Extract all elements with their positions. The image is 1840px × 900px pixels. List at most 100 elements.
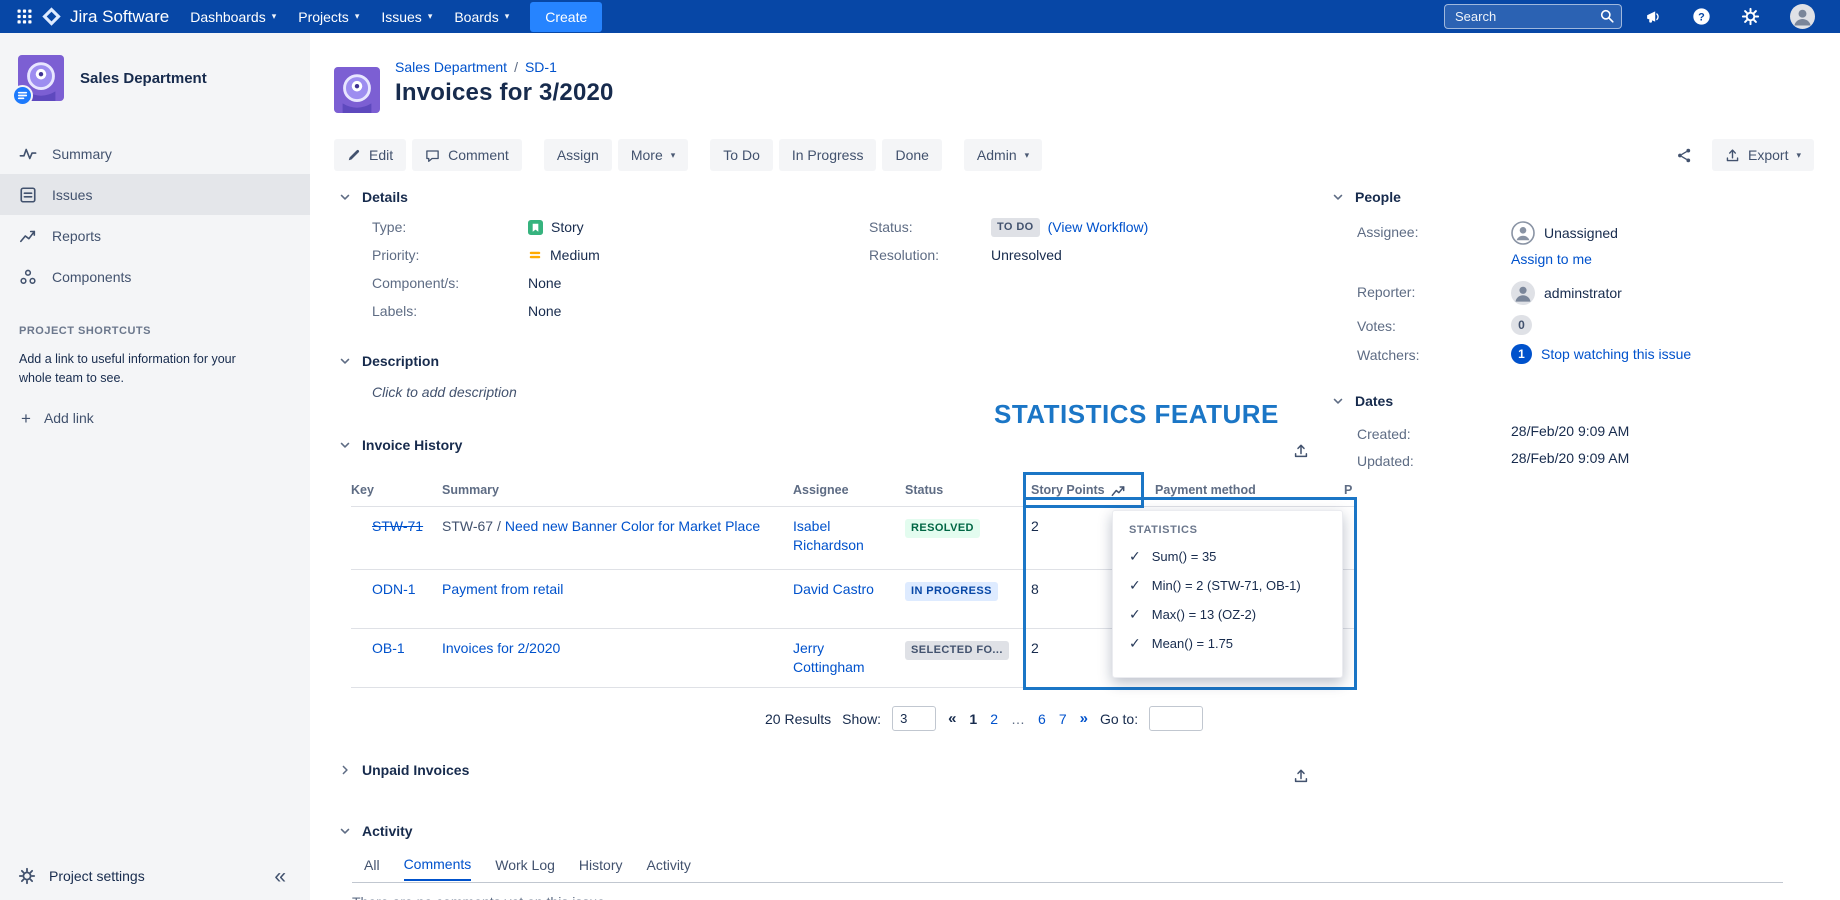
unpaid-invoices-heading: Unpaid Invoices xyxy=(362,762,469,778)
unpaid-invoices-export-button[interactable] xyxy=(1285,760,1317,792)
project-settings-button[interactable]: Project settings xyxy=(18,867,145,885)
nav-issues[interactable]: Issues ▾ xyxy=(370,2,443,32)
issue-summary-link[interactable]: Invoices for 2/2020 xyxy=(442,640,560,656)
avatar xyxy=(1790,4,1815,29)
primary-nav: Dashboards▾ Projects▾ Issues ▾ Boards▾ xyxy=(179,2,520,32)
statistic-max[interactable]: ✓ Max() = 13 (OZ-2) xyxy=(1129,606,1326,623)
transition-todo-button[interactable]: To Do xyxy=(710,139,773,171)
issue-summary-link[interactable]: Need new Banner Color for Market Place xyxy=(505,518,760,534)
watchers-badge[interactable]: 1 xyxy=(1511,344,1532,364)
sidebar-item-components[interactable]: Components xyxy=(0,256,310,297)
collapse-dates-button[interactable] xyxy=(1331,394,1345,408)
project-name: Sales Department xyxy=(80,70,207,87)
edit-button[interactable]: Edit xyxy=(334,139,406,171)
field-priority: Priority: Medium xyxy=(372,245,600,265)
nav-boards[interactable]: Boards▾ xyxy=(443,2,520,32)
page-current[interactable]: 1 xyxy=(969,711,977,727)
statistic-mean[interactable]: ✓ Mean() = 1.75 xyxy=(1129,635,1326,652)
assignee-link[interactable]: Isabel Richardson xyxy=(793,518,864,553)
issue-key-link[interactable]: ODN-1 xyxy=(372,581,416,597)
field-created: Created: 28/Feb/20 9:09 AM xyxy=(1357,423,1629,442)
assignee-link[interactable]: David Castro xyxy=(793,581,874,597)
tab-all[interactable]: All xyxy=(364,856,380,881)
collapse-activity-button[interactable] xyxy=(338,824,352,838)
collapse-people-button[interactable] xyxy=(1331,190,1345,204)
app-switcher-button[interactable] xyxy=(10,4,39,29)
collapse-sidebar-button[interactable]: « xyxy=(268,866,292,887)
nav-issues-label: Issues xyxy=(381,9,421,25)
sidebar-item-summary[interactable]: Summary xyxy=(0,133,310,174)
sidebar-item-reports[interactable]: Reports xyxy=(0,215,310,256)
more-button[interactable]: More ▾ xyxy=(618,139,688,171)
page-size-input[interactable] xyxy=(892,706,936,731)
user-avatar-button[interactable] xyxy=(1783,0,1822,34)
issue-key-link[interactable]: STW-71 xyxy=(372,518,423,534)
column-status[interactable]: Status xyxy=(905,474,1031,506)
statistic-min[interactable]: ✓ Min() = 2 (STW-71, OB-1) xyxy=(1129,577,1326,594)
created-label: Created: xyxy=(1357,423,1511,442)
expand-unpaid-invoices-button[interactable] xyxy=(338,763,352,777)
sidebar-item-label: Components xyxy=(52,269,131,285)
nav-projects[interactable]: Projects▾ xyxy=(287,2,370,32)
goto-page-input[interactable] xyxy=(1149,706,1203,731)
project-settings-label: Project settings xyxy=(49,868,145,884)
column-summary[interactable]: Summary xyxy=(442,474,793,506)
assignee-link[interactable]: Jerry Cottingham xyxy=(793,640,865,675)
collapse-description-button[interactable] xyxy=(338,354,352,368)
nav-dashboards[interactable]: Dashboards▾ xyxy=(179,2,287,32)
nav-dashboards-label: Dashboards xyxy=(190,9,266,25)
page-6-link[interactable]: 6 xyxy=(1038,711,1046,727)
comment-button[interactable]: Comment xyxy=(412,139,522,171)
issue-key-link[interactable]: OB-1 xyxy=(372,640,405,656)
feedback-button[interactable] xyxy=(1638,3,1669,30)
description-placeholder[interactable]: Click to add description xyxy=(372,384,517,400)
column-assignee[interactable]: Assignee xyxy=(793,474,905,506)
transition-done-button[interactable]: Done xyxy=(882,139,941,171)
invoice-history-export-button[interactable] xyxy=(1285,435,1317,467)
view-workflow-link[interactable]: (View Workflow) xyxy=(1048,219,1149,235)
project-sidebar: Sales Department Summary Issues Reports … xyxy=(0,33,310,900)
jira-logo[interactable]: Jira Software xyxy=(41,6,169,27)
reporter-avatar xyxy=(1511,281,1535,305)
help-button[interactable]: ? xyxy=(1685,2,1718,31)
page-2-link[interactable]: 2 xyxy=(990,711,998,727)
chevron-down-icon: ▾ xyxy=(428,12,433,21)
search-input[interactable] xyxy=(1444,4,1622,29)
page-next[interactable]: » xyxy=(1080,710,1088,727)
export-button[interactable]: Export ▾ xyxy=(1712,139,1814,171)
collapse-details-button[interactable] xyxy=(338,190,352,204)
admin-button[interactable]: Admin ▾ xyxy=(964,139,1042,171)
people-fields: Assignee: Unassigned Assign to me Report… xyxy=(1357,221,1691,364)
search-icon xyxy=(1600,9,1614,23)
sidebar-item-issues[interactable]: Issues xyxy=(0,174,310,215)
assign-button[interactable]: Assign xyxy=(544,139,612,171)
column-key[interactable]: Key xyxy=(351,474,442,506)
tab-history[interactable]: History xyxy=(579,856,623,881)
page-prev[interactable]: « xyxy=(948,710,956,727)
breadcrumb-project-link[interactable]: Sales Department xyxy=(395,59,507,75)
tab-comments[interactable]: Comments xyxy=(404,856,472,881)
export-label: Export xyxy=(1748,147,1788,163)
stop-watching-link[interactable]: Stop watching this issue xyxy=(1541,346,1691,362)
issue-summary-link[interactable]: Payment from retail xyxy=(442,581,563,597)
resolution-label: Resolution: xyxy=(869,247,991,263)
assignee-label: Assignee: xyxy=(1357,221,1511,240)
create-button[interactable]: Create xyxy=(530,2,602,32)
transition-in-progress-button[interactable]: In Progress xyxy=(779,139,877,171)
breadcrumb-issue-link[interactable]: SD-1 xyxy=(525,59,557,75)
field-type: Type: Story xyxy=(372,217,600,237)
tab-activity[interactable]: Activity xyxy=(646,856,690,881)
chevron-down-icon: ▾ xyxy=(1796,151,1801,160)
collapse-invoice-history-button[interactable] xyxy=(338,438,352,452)
reporter-value: adminstrator xyxy=(1544,285,1622,301)
share-button[interactable] xyxy=(1668,139,1700,171)
assign-to-me-link[interactable]: Assign to me xyxy=(1511,251,1592,267)
votes-badge[interactable]: 0 xyxy=(1511,315,1532,335)
sidebar-item-label: Summary xyxy=(52,146,112,162)
page-7-link[interactable]: 7 xyxy=(1059,711,1067,727)
settings-button[interactable] xyxy=(1734,2,1767,31)
tab-work-log[interactable]: Work Log xyxy=(495,856,555,881)
statistic-sum[interactable]: ✓ Sum() = 35 xyxy=(1129,548,1326,565)
add-link-button[interactable]: + Add link xyxy=(19,408,96,429)
page-title: Invoices for 3/2020 xyxy=(395,79,614,107)
